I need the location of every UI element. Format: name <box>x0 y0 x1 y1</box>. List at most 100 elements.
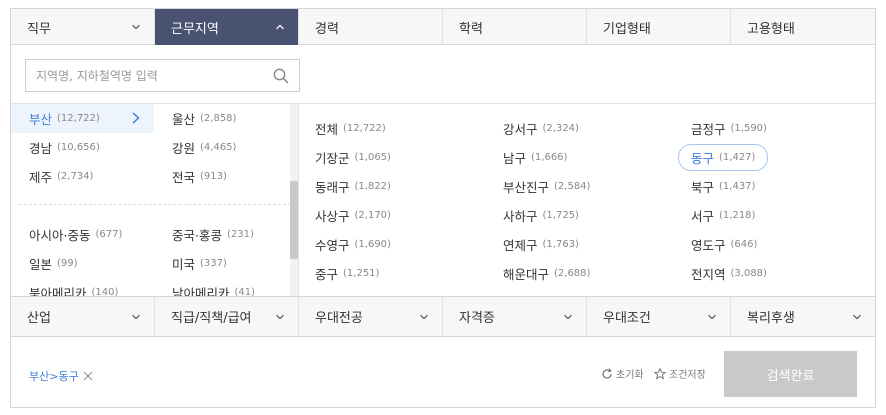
district-item[interactable]: 전체 (12,722) <box>315 114 503 143</box>
district-item[interactable]: 동구 (1,427) <box>678 143 861 172</box>
close-icon[interactable] <box>83 371 93 381</box>
region-item-usa[interactable]: 미국 (337) <box>154 249 297 278</box>
district-item[interactable]: 남구 (1,666) <box>503 143 691 172</box>
district-count: (1,690) <box>354 239 391 250</box>
district-item[interactable]: 영도구 (646) <box>691 230 861 259</box>
region-name: 일본 <box>29 257 53 272</box>
district-name: 동구 <box>691 151 715 166</box>
region-search-input[interactable] <box>36 68 273 83</box>
region-count: (2,858) <box>200 113 237 124</box>
selected-condition-chip[interactable]: 부산>동구 <box>29 368 93 384</box>
region-item-busan[interactable]: 부산 (12,722) <box>11 104 154 133</box>
tab-label: 우대조건 <box>603 311 651 326</box>
tab-company-type[interactable]: 기업형태 <box>587 9 731 45</box>
district-item[interactable]: 서구 (1,218) <box>691 201 861 230</box>
district-name: 동래구 <box>315 180 350 195</box>
reset-button[interactable]: 초기화 <box>601 366 644 381</box>
district-item[interactable]: 기장군 (1,065) <box>315 143 503 172</box>
district-item[interactable]: 연제구 (1,763) <box>503 230 691 259</box>
region-name: 북아메리카 <box>29 286 87 296</box>
region-item-nationwide[interactable]: 전국 (913) <box>154 162 297 191</box>
search-filter-panel: 직무 근무지역 경력 학력 기업형태 고용형태 부산 (12,722) 울산 (2,… <box>10 8 876 408</box>
district-item[interactable]: 사상구 (2,170) <box>315 201 503 230</box>
region-item-south-america[interactable]: 남아메리카 (41) <box>154 278 297 296</box>
region-item-jeju[interactable]: 제주 (2,734) <box>11 162 154 191</box>
district-item[interactable]: 중구 (1,251) <box>315 259 503 288</box>
tab-career[interactable]: 경력 <box>299 9 443 45</box>
tab-preferred-conditions[interactable]: 우대조건 <box>587 297 731 336</box>
refresh-icon <box>602 367 612 379</box>
region-item-china-hongkong[interactable]: 중국·홍콩 (231) <box>154 220 297 249</box>
region-count: (10,656) <box>57 142 100 153</box>
tab-label: 기업형태 <box>603 21 651 37</box>
region-count: (4,465) <box>200 142 237 153</box>
region-item-japan[interactable]: 일본 (99) <box>11 249 154 278</box>
region-item-gangwon[interactable]: 강원 (4,465) <box>154 133 297 162</box>
district-item[interactable]: 사하구 (1,725) <box>503 201 691 230</box>
search-row <box>11 45 875 104</box>
chevron-down-icon <box>420 314 428 319</box>
tab-employment-type[interactable]: 고용형태 <box>731 9 875 45</box>
region-name: 중국·홍콩 <box>172 228 222 243</box>
chevron-down-icon <box>276 314 284 319</box>
tab-label: 직급/직책/급여 <box>171 311 252 326</box>
region-name: 남아메리카 <box>172 286 230 296</box>
district-name: 금정구 <box>691 122 726 137</box>
tab-education[interactable]: 학력 <box>443 9 587 45</box>
tab-job[interactable]: 직무 <box>11 9 155 45</box>
search-complete-button[interactable]: 검색완료 <box>724 351 857 397</box>
filter-footer: 부산>동구 초기화 조건저장 검색완료 <box>11 337 875 407</box>
district-name: 기장군 <box>315 151 350 166</box>
district-count: (1,065) <box>354 152 391 163</box>
tab-label: 우대전공 <box>315 311 363 326</box>
search-icon[interactable] <box>273 68 289 84</box>
district-item[interactable]: 북구 (1,437) <box>691 172 861 201</box>
region-item-gyeongnam[interactable]: 경남 (10,656) <box>11 133 154 162</box>
selected-district-pill[interactable]: 동구 (1,427) <box>678 144 769 171</box>
chevron-down-icon <box>132 24 140 30</box>
district-item[interactable]: 부산진구 (2,584) <box>503 172 691 201</box>
region-row: 아시아·중동 (677) 중국·홍콩 (231) <box>11 220 299 249</box>
region-row: 제주 (2,734) 전국 (913) <box>11 162 299 191</box>
region-item-asia-middle-east[interactable]: 아시아·중동 (677) <box>11 220 154 249</box>
district-count: (2,170) <box>354 210 391 221</box>
save-conditions-button[interactable]: 조건저장 <box>654 366 706 381</box>
district-count: (2,584) <box>554 181 591 192</box>
region-item-ulsan[interactable]: 울산 (2,858) <box>154 104 297 133</box>
tab-label: 복리후생 <box>747 311 795 326</box>
tab-preferred-major[interactable]: 우대전공 <box>299 297 443 336</box>
region-row: 일본 (99) 미국 (337) <box>11 249 299 278</box>
region-name: 아시아·중동 <box>29 228 91 243</box>
district-count: (1,822) <box>354 181 391 192</box>
district-item[interactable]: 전지역 (3,088) <box>691 259 861 288</box>
tab-welfare[interactable]: 복리후생 <box>731 297 875 336</box>
district-count: (1,666) <box>531 152 568 163</box>
region-count: (2,734) <box>57 171 94 182</box>
tab-work-region[interactable]: 근무지역 <box>155 9 299 45</box>
region-item-north-america[interactable]: 북아메리카 (140) <box>11 278 154 296</box>
region-count: (140) <box>91 287 119 296</box>
tab-industry[interactable]: 산업 <box>11 297 155 336</box>
district-list: 전체 (12,722) 강서구 (2,324) 금정구 (1,590) 기장군 (1,065)… <box>299 104 875 296</box>
district-item[interactable]: 수영구 (1,690) <box>315 230 503 259</box>
region-divider <box>19 204 291 205</box>
tab-position-salary[interactable]: 직급/직책/급여 <box>155 297 299 336</box>
district-item[interactable]: 동래구 (1,822) <box>315 172 503 201</box>
district-name: 영도구 <box>691 238 726 253</box>
region-name: 전국 <box>172 170 196 185</box>
district-name: 서구 <box>691 209 715 224</box>
district-count: (1,590) <box>730 123 767 134</box>
region-count: (231) <box>226 229 254 240</box>
district-count: (1,218) <box>719 210 756 221</box>
tab-label: 학력 <box>459 21 483 37</box>
district-name: 사하구 <box>503 209 538 224</box>
region-list: 부산 (12,722) 울산 (2,858) 경남 (10,656) 강원 (4,465… <box>11 104 299 296</box>
region-count: (677) <box>95 229 123 240</box>
district-item[interactable]: 강서구 (2,324) <box>503 114 691 143</box>
district-item[interactable]: 금정구 (1,590) <box>691 114 861 143</box>
district-name: 중구 <box>315 267 339 282</box>
chevron-right-icon <box>132 112 140 124</box>
region-scrollbar-thumb[interactable] <box>290 181 298 259</box>
tab-certificate[interactable]: 자격증 <box>443 297 587 336</box>
district-item[interactable]: 해운대구 (2,688) <box>503 259 691 288</box>
